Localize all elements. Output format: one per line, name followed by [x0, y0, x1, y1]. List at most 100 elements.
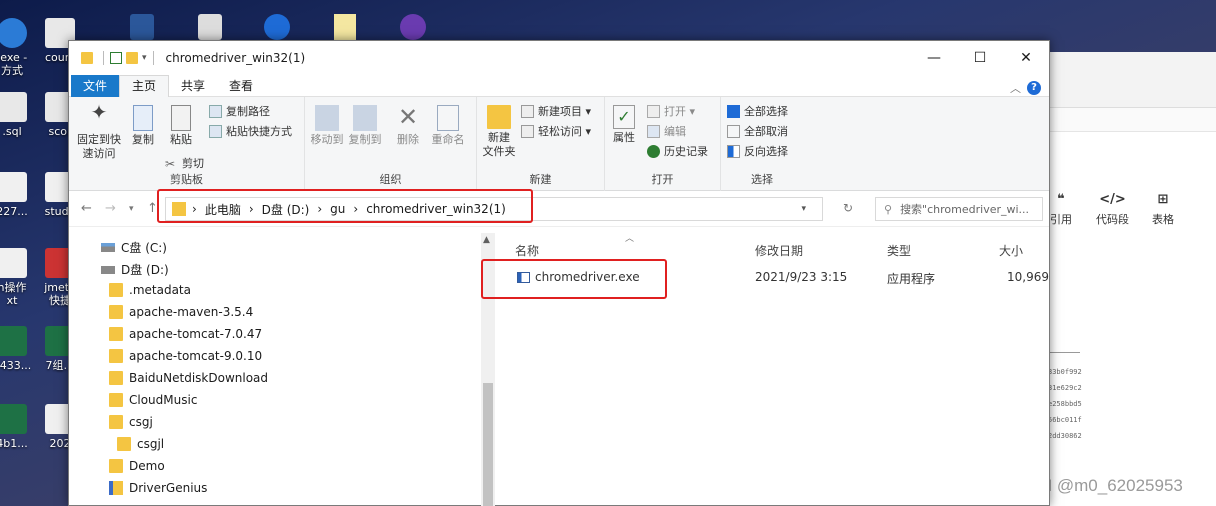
pin-label: 固定到快 速访问 — [77, 133, 121, 160]
app-icon[interactable] — [264, 14, 290, 40]
pin-quick-access-button[interactable]: ✦ 固定到快 速访问 — [75, 102, 123, 161]
tab-share[interactable]: 共享 — [169, 74, 217, 97]
scrollbar-thumb[interactable] — [483, 383, 493, 506]
copy-path-button[interactable]: 复制路径 — [209, 103, 270, 119]
invert-selection-label: 反向选择 — [744, 145, 788, 158]
quote-label: 引用 — [1050, 213, 1072, 226]
column-header-date[interactable]: 修改日期 — [755, 242, 803, 259]
help-icon[interactable]: ? — [1027, 81, 1041, 95]
tab-file[interactable]: 文件 — [71, 74, 120, 97]
nav-item-label: apache-tomcat-9.0.10 — [129, 349, 263, 363]
nav-item[interactable]: .metadata — [109, 283, 191, 297]
nav-item[interactable]: D盘 (D:) — [101, 261, 169, 278]
app-icon[interactable] — [400, 14, 426, 40]
minimize-button[interactable]: — — [911, 41, 957, 75]
copy-to-label: 复制到 — [348, 133, 382, 146]
nav-item[interactable]: apache-tomcat-7.0.47 — [109, 327, 262, 341]
forward-button[interactable]: → — [105, 201, 116, 216]
delete-button[interactable]: ✕ 删除 — [393, 103, 423, 147]
rename-button[interactable]: 重命名 — [429, 105, 467, 147]
table-button[interactable]: ⊞ 表格 — [1152, 192, 1174, 227]
highlight-box — [157, 189, 533, 223]
typora-icon[interactable] — [198, 14, 222, 40]
word-icon[interactable] — [130, 14, 154, 40]
properties-button[interactable]: ✓ 属性 — [607, 105, 641, 145]
hash-text: 2dd30862 — [1048, 432, 1082, 440]
history-button[interactable]: 历史记录 — [647, 143, 708, 159]
paste-shortcut-icon — [209, 124, 222, 138]
tab-view[interactable]: 查看 — [217, 74, 265, 97]
new-folder-button[interactable]: 新建 文件夹 — [481, 105, 517, 159]
nav-item[interactable]: Demo — [109, 459, 165, 473]
nav-item-label: csgj — [129, 415, 153, 429]
ribbon: ✦ 固定到快 速访问 复制 粘贴 复制路径 粘贴快捷方式 ✂ 剪切 剪贴板 移动… — [69, 97, 1049, 191]
address-dropdown-icon[interactable]: ▾ — [801, 204, 806, 214]
window-title: chromedriver_win32(1) — [165, 51, 306, 65]
quote-icon: ❝ — [1057, 192, 1065, 207]
new-item-button[interactable]: 新建项目 ▾ — [521, 103, 591, 119]
copy-button[interactable]: 复制 — [127, 105, 159, 147]
nav-item[interactable]: apache-tomcat-9.0.10 — [109, 349, 262, 363]
select-all-icon — [727, 104, 740, 118]
open-group-label: 打开 — [651, 173, 674, 186]
folder-icon — [117, 437, 131, 451]
back-button[interactable]: ← — [81, 201, 92, 216]
code-block-button[interactable]: </> 代码段 — [1096, 192, 1129, 227]
delete-label: 删除 — [397, 133, 419, 146]
properties-check-icon[interactable] — [110, 52, 122, 64]
nav-item-label: D盘 (D:) — [121, 263, 169, 277]
desktop-icon-label: n操作 xt — [0, 281, 27, 307]
cut-label: 剪切 — [182, 157, 204, 170]
paste-shortcut-button[interactable]: 粘贴快捷方式 — [209, 123, 292, 139]
new-folder-icon[interactable] — [126, 52, 138, 64]
search-input[interactable]: ⚲ 搜索"chromedriver_wi... — [875, 197, 1043, 221]
column-header-type[interactable]: 类型 — [887, 242, 911, 259]
nav-item-label: csgjl — [137, 437, 165, 451]
divider — [152, 51, 154, 65]
organize-group-label: 组织 — [379, 173, 402, 186]
nav-item[interactable]: apache-maven-3.5.4 — [109, 305, 253, 319]
cut-button[interactable]: ✂ 剪切 — [165, 155, 204, 171]
file-icon[interactable] — [334, 14, 356, 40]
title-bar: ▾ chromedriver_win32(1) — [69, 41, 1049, 75]
search-placeholder: 搜索"chromedriver_wi... — [900, 203, 1030, 216]
edit-icon — [647, 124, 660, 138]
drivergenius-folder-icon — [109, 481, 123, 495]
invert-selection-button[interactable]: 反向选择 — [727, 143, 788, 159]
nav-item[interactable]: CloudMusic — [109, 393, 197, 407]
nav-item[interactable]: csgj — [109, 415, 153, 429]
new-folder-icon — [487, 105, 511, 129]
easy-access-button[interactable]: 轻松访问 ▾ — [521, 123, 591, 139]
nav-item[interactable]: BaiduNetdiskDownload — [109, 371, 268, 385]
scroll-up-icon[interactable]: ▲ — [483, 235, 490, 245]
copy-to-button[interactable]: 复制到 — [347, 105, 383, 147]
open-group: ✓ 属性 打开 ▾ 编辑 历史记录 打开 — [605, 97, 721, 191]
collapse-ribbon-icon[interactable]: ︿ — [1010, 80, 1021, 96]
edit-button[interactable]: 编辑 — [647, 123, 686, 139]
column-header-name[interactable]: 名称 — [515, 242, 539, 259]
nav-item[interactable]: csgjl — [117, 437, 164, 451]
move-to-button[interactable]: 移动到 — [309, 105, 345, 147]
quote-button[interactable]: ❝ 引用 — [1050, 192, 1072, 227]
select-none-button[interactable]: 全部取消 — [727, 123, 788, 139]
tab-home[interactable]: 主页 — [119, 74, 170, 97]
new-group-label: 新建 — [529, 173, 552, 186]
recent-locations-icon[interactable]: ▾ — [129, 204, 134, 214]
refresh-button[interactable]: ↻ — [843, 201, 853, 215]
nav-item-label: BaiduNetdiskDownload — [129, 371, 269, 385]
paste-button[interactable]: 粘贴 — [165, 105, 197, 147]
column-header-size[interactable]: 大小 — [999, 242, 1023, 259]
maximize-button[interactable]: ☐ — [957, 41, 1003, 75]
sql-file-icon — [0, 92, 27, 122]
paste-icon — [171, 105, 191, 131]
select-all-button[interactable]: 全部选择 — [727, 103, 788, 119]
desktop-icon-label: .sql — [2, 125, 22, 138]
customize-quick-access-icon[interactable]: ▾ — [142, 53, 147, 63]
desktop-icon-label: 4b1... — [0, 437, 28, 450]
nav-item[interactable]: DriverGenius — [109, 481, 207, 495]
nav-item[interactable]: C盘 (C:) — [101, 239, 167, 256]
open-button[interactable]: 打开 ▾ — [647, 103, 695, 119]
navigation-pane: C盘 (C:) D盘 (D:) .metadata apache-maven-3… — [69, 233, 485, 506]
close-button[interactable]: ✕ — [1003, 41, 1049, 75]
highlight-box — [481, 259, 667, 299]
